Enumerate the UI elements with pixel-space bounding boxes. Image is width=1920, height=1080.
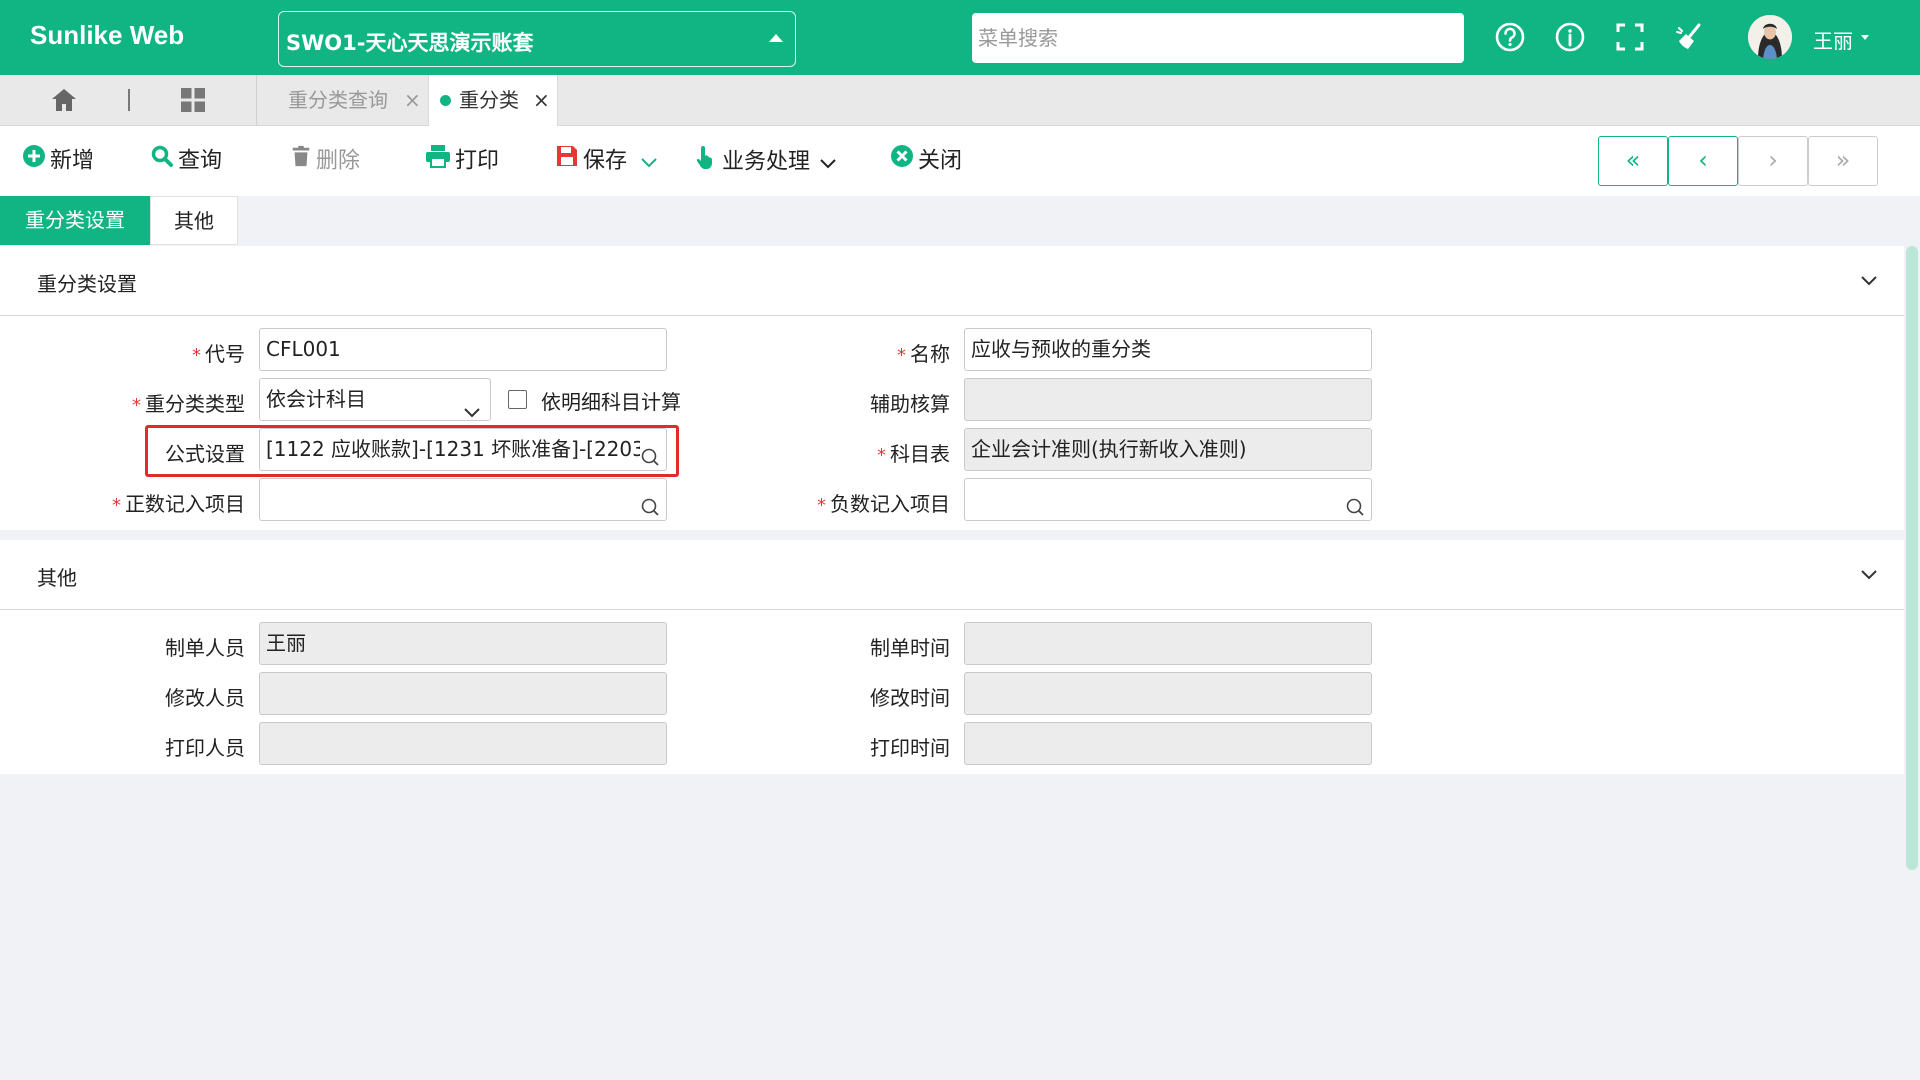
section-title: 其他 — [37, 566, 77, 590]
query-label: 查询 — [178, 148, 223, 174]
caret-down-icon[interactable] — [1861, 35, 1869, 40]
search-icon[interactable] — [640, 490, 660, 516]
account-name: SWO1-天心天思演示账套 — [286, 31, 534, 55]
last-record-button[interactable]: » — [1808, 136, 1878, 186]
divider — [256, 75, 257, 126]
highlight-box — [145, 425, 679, 477]
chart-of-accounts-field: 企业会计准则(执行新收入准则) — [964, 428, 1372, 471]
printer-field — [259, 722, 667, 765]
modify-time-label: 修改时间 — [870, 686, 950, 710]
search-icon — [150, 144, 174, 179]
tab-other[interactable]: 其他 — [150, 196, 238, 245]
section-header[interactable]: 其他 — [0, 540, 1904, 610]
print-label: 打印 — [455, 148, 500, 174]
tab-bar: 重分类查询 × 重分类 × — [0, 75, 1920, 126]
menu-search-input[interactable] — [972, 13, 1464, 63]
creator-label: 制单人员 — [165, 636, 245, 660]
chevron-down-icon — [464, 393, 480, 418]
section-header[interactable]: 重分类设置 — [0, 246, 1904, 316]
delete-button[interactable]: 删除 — [290, 144, 360, 178]
print-time-field — [964, 722, 1372, 765]
chevron-down-icon[interactable] — [820, 146, 836, 180]
info-circle-icon[interactable] — [1553, 20, 1587, 54]
tab-label: 重分类 — [459, 88, 519, 112]
close-button[interactable]: 关闭 — [890, 144, 962, 178]
printer-icon — [425, 144, 451, 179]
negative-item-label: * 负数记入项目 — [817, 492, 950, 516]
save-label: 保存 — [583, 148, 628, 174]
delete-label: 删除 — [316, 148, 361, 174]
divider — [128, 89, 130, 111]
create-time-label: 制单时间 — [870, 636, 950, 660]
code-field[interactable]: CFL001 — [259, 328, 667, 371]
detail-calc-label: 依明细科目计算 — [541, 390, 681, 414]
aux-field — [964, 378, 1372, 421]
creator-field: 王丽 — [259, 622, 667, 665]
detail-calc-checkbox[interactable] — [508, 390, 527, 409]
vertical-scrollbar[interactable] — [1906, 246, 1918, 870]
reclass-type-label: * 重分类类型 — [132, 392, 245, 416]
reclass-type-value: 依会计科目 — [266, 387, 366, 411]
hand-pointer-icon — [696, 144, 718, 181]
first-record-button[interactable]: « — [1598, 136, 1668, 186]
brand-logo: Sunlike Web — [30, 20, 185, 50]
modifier-label: 修改人员 — [165, 686, 245, 710]
user-name[interactable]: 王丽 — [1813, 25, 1853, 54]
close-label: 关闭 — [918, 148, 963, 174]
tab-label: 重分类查询 — [288, 88, 388, 112]
chart-of-accounts-label: * 科目表 — [877, 442, 950, 466]
modifier-field — [259, 672, 667, 715]
active-dot-icon — [440, 95, 451, 106]
positive-item-field[interactable] — [259, 478, 667, 521]
name-label: * 名称 — [897, 342, 950, 366]
caret-up-icon — [769, 34, 783, 42]
account-selector[interactable]: SWO1-天心天思演示账套 — [278, 11, 796, 67]
app-header: Sunlike Web SWO1-天心天思演示账套 王丽 — [0, 0, 1920, 75]
name-field[interactable]: 应收与预收的重分类 — [964, 328, 1372, 371]
tab-reclass[interactable]: 重分类 × — [428, 75, 558, 126]
chevron-down-icon[interactable] — [641, 145, 657, 179]
next-record-button[interactable]: › — [1738, 136, 1808, 186]
printer-label: 打印人员 — [165, 736, 245, 760]
grid-menu-icon[interactable] — [180, 87, 206, 113]
new-label: 新增 — [50, 148, 95, 174]
search-icon[interactable] — [1345, 490, 1365, 516]
reclass-type-select[interactable]: 依会计科目 — [259, 378, 491, 421]
close-icon[interactable]: × — [404, 75, 421, 125]
plus-circle-icon — [22, 144, 46, 179]
modify-time-field — [964, 672, 1372, 715]
query-button[interactable]: 查询 — [150, 144, 222, 178]
close-icon[interactable]: × — [533, 75, 550, 125]
print-button[interactable]: 打印 — [425, 144, 499, 178]
tab-reclass-settings[interactable]: 重分类设置 — [0, 196, 150, 245]
chevron-down-icon[interactable] — [1860, 272, 1878, 290]
toolbar: 新增 查询 删除 打印 保存 业务处理 关闭 « ‹ › » — [0, 126, 1920, 196]
home-icon[interactable] — [50, 87, 78, 113]
code-label: * 代号 — [192, 342, 245, 366]
trash-icon — [290, 144, 312, 179]
chevron-down-icon[interactable] — [1860, 566, 1878, 584]
print-time-label: 打印时间 — [870, 736, 950, 760]
section-title: 重分类设置 — [37, 272, 137, 296]
create-time-field — [964, 622, 1372, 665]
fullscreen-icon[interactable] — [1613, 20, 1647, 54]
save-button[interactable]: 保存 — [555, 144, 657, 178]
prev-record-button[interactable]: ‹ — [1668, 136, 1738, 186]
negative-item-field[interactable] — [964, 478, 1372, 521]
tab-reclass-query[interactable]: 重分类查询 × — [258, 75, 426, 126]
new-button[interactable]: 新增 — [22, 144, 94, 178]
avatar[interactable] — [1748, 15, 1792, 59]
positive-item-label: * 正数记入项目 — [112, 492, 245, 516]
broom-icon[interactable] — [1673, 20, 1707, 54]
help-circle-icon[interactable] — [1493, 20, 1527, 54]
close-circle-icon — [890, 144, 914, 179]
aux-label: 辅助核算 — [870, 392, 950, 416]
save-icon — [555, 144, 579, 179]
business-label: 业务处理 — [722, 149, 811, 175]
business-process-button[interactable]: 业务处理 — [696, 144, 836, 178]
